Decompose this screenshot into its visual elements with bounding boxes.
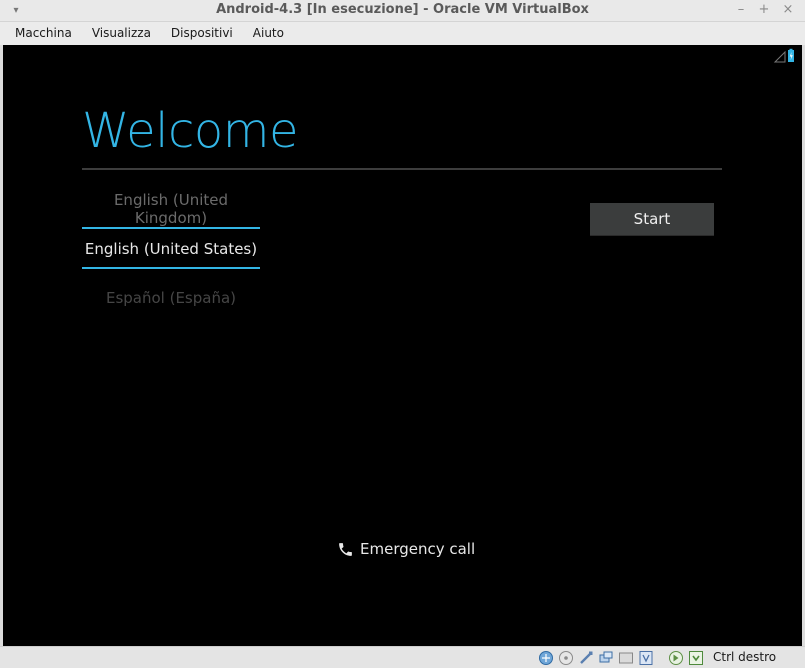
maximize-icon[interactable]: + [756, 2, 772, 18]
display-icon[interactable] [618, 650, 634, 666]
android-status-icons [773, 48, 794, 63]
close-icon[interactable]: × [780, 2, 796, 18]
window-title: Android-4.3 [In esecuzione] - Oracle VM … [216, 2, 589, 17]
welcome-title: Welcome [82, 103, 299, 159]
menu-dispositivi[interactable]: Dispositivi [171, 22, 243, 45]
title-bar: ▾ Android-4.3 [In esecuzione] - Oracle V… [0, 0, 805, 22]
selection-line-top [82, 227, 260, 229]
emergency-call-button[interactable]: Emergency call [337, 539, 475, 559]
language-option-en-gb[interactable]: English (United Kingdom) [82, 191, 260, 227]
host-key-label: Ctrl destro [713, 650, 777, 664]
title-divider [82, 168, 722, 170]
shared-folders-icon[interactable] [598, 650, 614, 666]
menu-visualizza[interactable]: Visualizza [92, 22, 161, 45]
menu-macchina[interactable]: Macchina [15, 22, 82, 45]
language-option-en-us[interactable]: English (United States) [82, 240, 260, 258]
signal-icon [773, 50, 786, 63]
minimize-icon[interactable]: – [733, 2, 749, 18]
vm-screen[interactable]: Welcome English (United Kingdom) English… [3, 45, 802, 646]
selection-line-bottom [82, 267, 260, 269]
usb-icon[interactable] [578, 650, 594, 666]
network-icon[interactable] [538, 650, 554, 666]
mouse-integration-icon[interactable] [668, 650, 684, 666]
video-capture-icon[interactable] [638, 650, 654, 666]
status-bar: Ctrl destro [0, 646, 805, 668]
phone-icon [339, 542, 352, 556]
menu-bar: Macchina Visualizza Dispositivi Aiuto [0, 22, 805, 45]
language-option-es-es[interactable]: Español (España) [82, 289, 260, 307]
battery-icon [788, 48, 794, 62]
optical-drive-icon[interactable] [558, 650, 574, 666]
emergency-call-label: Emergency call [360, 540, 476, 558]
start-button[interactable]: Start [590, 203, 714, 236]
host-key-icon [689, 651, 703, 665]
menu-aiuto[interactable]: Aiuto [253, 22, 294, 45]
